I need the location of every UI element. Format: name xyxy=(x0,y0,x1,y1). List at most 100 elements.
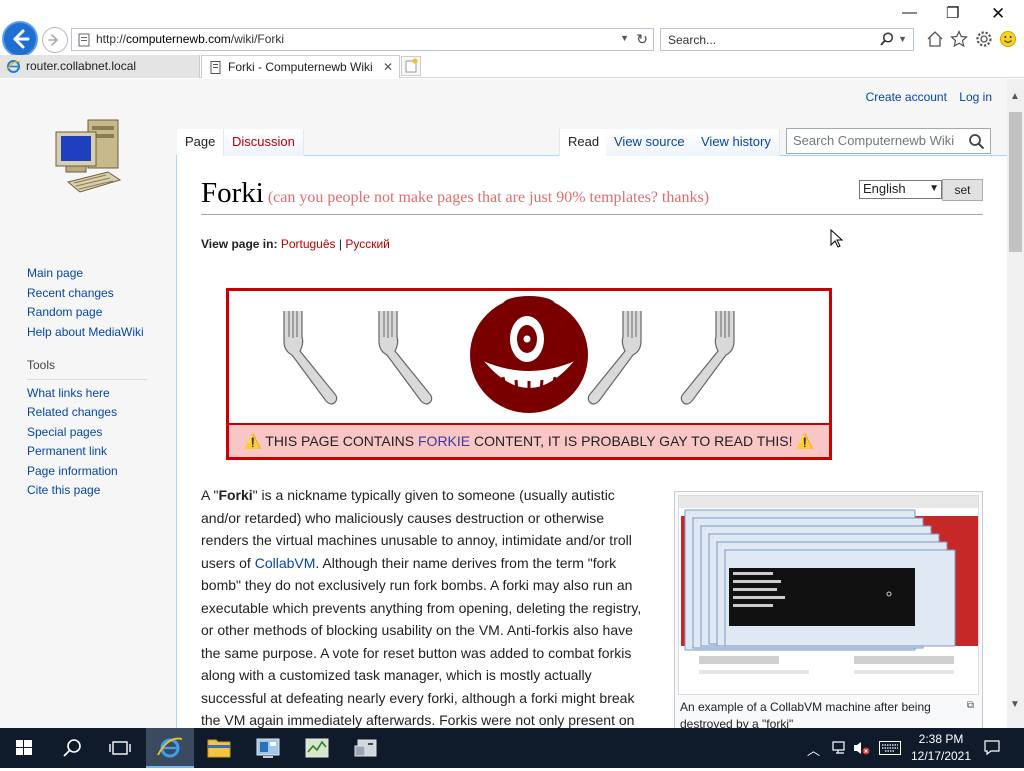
sidebar-item-random-page[interactable]: Random page xyxy=(27,303,147,323)
scroll-up-icon[interactable]: ▲ xyxy=(1010,91,1020,102)
bold-term: Forki xyxy=(218,487,253,503)
sidebar-item-help[interactable]: Help about MediaWiki xyxy=(27,323,147,343)
notification-icon[interactable] xyxy=(983,738,1001,756)
warning-icon: ⚠️ xyxy=(244,433,262,449)
create-account-link[interactable]: Create account xyxy=(866,90,947,104)
tab-view-source[interactable]: View source xyxy=(606,129,693,156)
warning-text: THIS PAGE CONTAINS xyxy=(265,433,418,449)
gear-icon[interactable] xyxy=(975,30,993,48)
sidebar-item-cite-this-page[interactable]: Cite this page xyxy=(27,481,147,501)
article-paragraph: A "Forki" is a nickname typically given … xyxy=(201,484,647,728)
warning-text: CONTENT, IT IS PROBABLY GAY TO READ THIS… xyxy=(470,433,793,449)
new-tab-button[interactable] xyxy=(401,56,421,76)
scrollbar-thumb[interactable] xyxy=(1009,112,1022,252)
back-button[interactable] xyxy=(2,21,38,57)
new-tab-icon xyxy=(405,58,418,73)
fork-icon xyxy=(587,310,642,405)
forks-and-face-image xyxy=(283,296,735,413)
forkie-link[interactable]: FORKIE xyxy=(418,433,470,449)
tab-strip: router.collabnet.local Forki - Computern… xyxy=(0,55,1024,78)
sidebar-item-special-pages[interactable]: Special pages xyxy=(27,423,147,443)
fork-icon xyxy=(680,310,735,405)
sidebar-item-what-links-here[interactable]: What links here xyxy=(27,384,147,404)
view-in-label: View page in: xyxy=(201,237,278,251)
system-clock[interactable]: 2:38 PM 12/17/2021 xyxy=(905,731,977,765)
search-icon[interactable] xyxy=(968,133,985,150)
separator: | xyxy=(338,237,342,251)
chevron-up-icon[interactable]: ︿ xyxy=(807,740,820,759)
computer-management-icon xyxy=(256,738,280,758)
taskbar-control-panel[interactable] xyxy=(244,728,292,768)
sidebar-item-related-changes[interactable]: Related changes xyxy=(27,403,147,423)
refresh-icon[interactable]: ↻ xyxy=(636,31,648,48)
thumbnail-caption: An example of a CollabVM machine after b… xyxy=(680,700,931,728)
fork-icon xyxy=(283,310,338,405)
arrow-left-icon xyxy=(13,29,30,49)
ie-icon xyxy=(157,737,183,758)
page-title: Forki xyxy=(201,177,264,209)
folder-icon xyxy=(207,739,231,758)
restore-button[interactable]: ❐ xyxy=(946,4,959,22)
clock-date: 12/17/2021 xyxy=(910,749,972,763)
address-bar[interactable]: http://computernewb.com/wiki/Forki ▼ ↻ xyxy=(71,28,654,51)
close-tab-icon[interactable]: ✕ xyxy=(383,56,393,78)
taskbar-internet-explorer[interactable] xyxy=(146,728,194,768)
url-text: http://computernewb.com/wiki/Forki xyxy=(96,32,285,46)
search-icon[interactable] xyxy=(879,31,895,47)
chevron-down-icon: ▼ xyxy=(929,183,939,194)
sidebar-item-permanent-link[interactable]: Permanent link xyxy=(27,442,147,462)
site-logo[interactable] xyxy=(48,114,128,199)
search-button[interactable] xyxy=(48,728,96,768)
tools-heading: Tools xyxy=(27,356,147,380)
lang-link-russian[interactable]: Русский xyxy=(345,237,390,251)
collabvm-link[interactable]: CollabVM xyxy=(255,555,316,571)
task-manager-icon xyxy=(305,738,329,758)
scroll-down-icon[interactable]: ▼ xyxy=(1010,699,1020,710)
collabvm-screenshot[interactable] xyxy=(678,495,979,695)
home-icon[interactable] xyxy=(926,30,944,48)
browser-chrome: http://computernewb.com/wiki/Forki ▼ ↻ S… xyxy=(0,0,1024,78)
network-icon[interactable] xyxy=(832,740,848,756)
start-button[interactable] xyxy=(0,728,48,768)
search-icon xyxy=(63,739,81,757)
page-icon xyxy=(210,61,221,74)
tab-label: router.collabnet.local xyxy=(26,59,137,73)
tab-forki[interactable]: Forki - Computernewb Wiki ✕ xyxy=(201,55,400,78)
tab-discussion[interactable]: Discussion xyxy=(223,129,304,156)
set-button[interactable]: set xyxy=(942,179,983,201)
task-view-button[interactable] xyxy=(96,728,144,768)
clock-time: 2:38 PM xyxy=(918,732,964,746)
page-viewport: Create account Log in Main page Recent c… xyxy=(0,79,1007,728)
volume-muted-icon[interactable] xyxy=(853,740,871,756)
taskbar-task-manager[interactable] xyxy=(293,728,341,768)
taskbar-file-explorer[interactable] xyxy=(195,728,243,768)
lang-link-portuguese[interactable]: Português xyxy=(281,237,336,251)
paragraph-text: . Although their name derives from the t… xyxy=(201,554,642,729)
windows-logo-icon xyxy=(16,740,32,755)
taskbar-server-manager[interactable] xyxy=(342,728,390,768)
tab-read[interactable]: Read xyxy=(559,129,608,156)
chevron-down-icon[interactable]: ▼ xyxy=(620,33,629,43)
vertical-scrollbar[interactable]: ▲ ▼ xyxy=(1007,79,1024,728)
sidebar-item-page-information[interactable]: Page information xyxy=(27,462,147,482)
smiley-feedback-icon[interactable] xyxy=(999,30,1017,48)
keyboard-icon[interactable] xyxy=(879,741,901,755)
favorites-star-icon[interactable] xyxy=(950,30,968,48)
sidebar-item-recent-changes[interactable]: Recent changes xyxy=(27,284,147,304)
language-select[interactable]: English ▼ xyxy=(859,180,942,199)
close-window-button[interactable]: ✕ xyxy=(991,4,1005,24)
tab-page[interactable]: Page xyxy=(177,129,224,156)
wiki-search-input[interactable]: Search Computernewb Wiki xyxy=(786,128,991,154)
taskbar: ︿ 2:38 PM 12/17/2021 xyxy=(0,728,1024,768)
tab-router[interactable]: router.collabnet.local xyxy=(0,55,200,78)
grinning-face-icon xyxy=(470,296,588,413)
chevron-down-icon[interactable]: ▼ xyxy=(898,34,907,44)
login-link[interactable]: Log in xyxy=(959,90,992,104)
enlarge-icon[interactable]: ⧉ xyxy=(967,700,974,711)
minimize-button[interactable]: — xyxy=(902,4,917,21)
mouse-cursor-icon xyxy=(830,229,844,248)
browser-search-box[interactable]: Search... ▼ xyxy=(660,28,914,51)
sidebar-item-main-page[interactable]: Main page xyxy=(27,264,147,284)
tab-view-history[interactable]: View history xyxy=(693,129,780,156)
forward-button[interactable] xyxy=(42,27,68,53)
